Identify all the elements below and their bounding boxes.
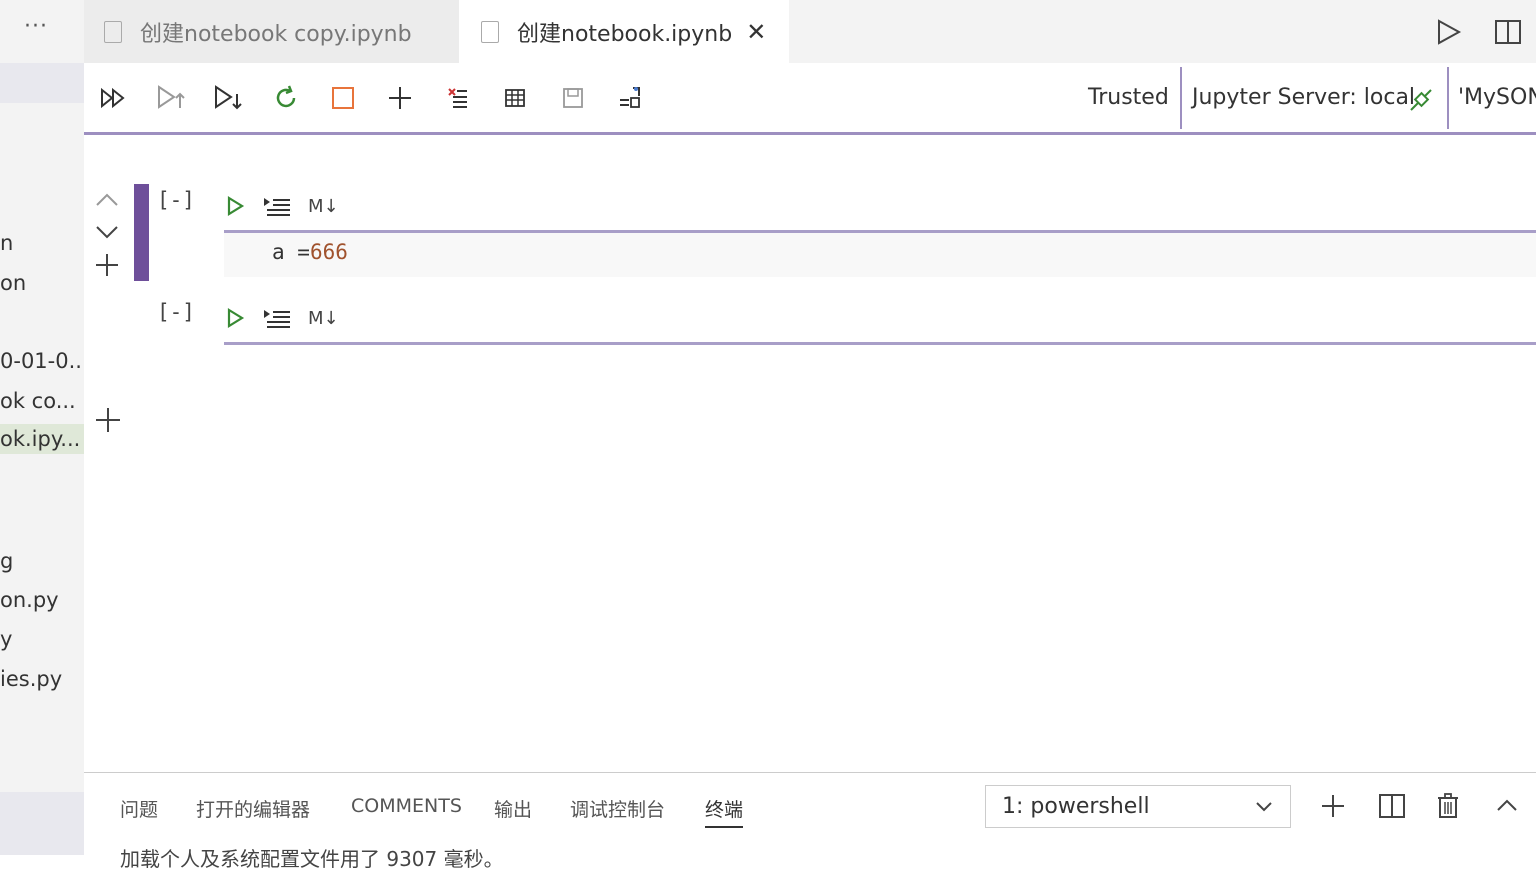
plug-icon[interactable] — [1408, 87, 1434, 113]
code-editor[interactable] — [224, 233, 1536, 277]
chevron-down-icon — [1256, 802, 1272, 812]
tab-debug-console[interactable]: 调试控制台 — [570, 795, 665, 822]
file-icon — [481, 20, 499, 43]
kernel-selector[interactable]: 'MySON — [1458, 85, 1536, 110]
sidebar-selected-row[interactable] — [0, 63, 84, 103]
change-to-markdown-button[interactable]: M↓ — [308, 196, 339, 217]
more-actions-icon[interactable]: ··· — [24, 14, 48, 39]
sidebar-file-item[interactable]: on — [0, 268, 26, 298]
run-icon[interactable] — [1434, 18, 1462, 46]
change-to-markdown-button[interactable]: M↓ — [308, 308, 339, 329]
maximize-panel-icon[interactable] — [1494, 793, 1520, 819]
move-cell-up-icon[interactable] — [94, 190, 120, 210]
cell-selection-bar — [134, 184, 149, 281]
clear-outputs-icon[interactable] — [443, 83, 473, 113]
jupyter-server-status[interactable]: Jupyter Server: local — [1192, 85, 1415, 110]
add-cell-icon[interactable] — [94, 406, 122, 434]
execution-count: [-] — [157, 300, 195, 324]
terminal-select-value: 1: powershell — [1002, 794, 1150, 819]
tab-problems[interactable]: 问题 — [120, 795, 158, 822]
cell-separator-line — [224, 342, 1536, 345]
sidebar-file-item[interactable]: ok co... — [0, 386, 76, 416]
execution-count: [-] — [157, 188, 195, 212]
move-cell-down-icon[interactable] — [94, 222, 120, 242]
code-line[interactable]: a =666 — [272, 240, 348, 264]
code-operator: = — [284, 240, 310, 264]
tab-open-editors[interactable]: 打开的编辑器 — [196, 795, 310, 822]
cell-toolbar: M↓ — [224, 194, 339, 218]
sidebar-file-item[interactable]: on.py — [0, 585, 59, 615]
sidebar-file-item[interactable]: g — [0, 546, 13, 576]
tab-label: 创建notebook copy.ipynb — [140, 21, 412, 47]
bottom-panel: 问题 打开的编辑器 COMMENTS 输出 调试控制台 终端 1: powers… — [84, 772, 1536, 871]
cell-toolbar: M↓ — [224, 306, 339, 330]
sidebar-file-item-active[interactable]: ok.ipy... — [0, 424, 84, 454]
editor-tab-bar: 创建notebook copy.ipynb 创建notebook.ipynb ✕ — [84, 0, 1536, 63]
toolbar-divider — [1180, 67, 1182, 129]
file-icon — [104, 20, 122, 43]
tab-terminal[interactable]: 终端 — [705, 795, 744, 828]
code-variable: a — [272, 240, 285, 264]
run-by-line-icon[interactable] — [262, 306, 292, 330]
terminal-select[interactable]: 1: powershell — [985, 785, 1291, 828]
save-icon[interactable] — [558, 83, 588, 113]
interrupt-kernel-icon[interactable] — [328, 83, 358, 113]
run-above-icon[interactable] — [156, 83, 186, 113]
toolbar-divider — [1447, 67, 1449, 129]
close-icon[interactable]: ✕ — [746, 18, 766, 46]
notebook-toolbar: Trusted Jupyter Server: local 'MySON — [84, 63, 1536, 135]
run-by-line-icon[interactable] — [262, 194, 292, 218]
tab-label: 创建notebook.ipynb — [517, 21, 733, 47]
sidebar-file-item[interactable]: y — [0, 624, 12, 654]
tab-output[interactable]: 输出 — [494, 795, 532, 822]
restart-kernel-icon[interactable] — [271, 83, 301, 113]
sidebar-file-item[interactable]: ies.py — [0, 664, 62, 694]
trash-icon[interactable] — [1436, 793, 1460, 819]
tab-notebook[interactable]: 创建notebook.ipynb ✕ — [459, 0, 789, 63]
insert-cell-icon[interactable] — [94, 252, 120, 278]
code-number: 666 — [309, 240, 348, 264]
variables-icon[interactable] — [500, 83, 530, 113]
run-cell-icon[interactable] — [224, 194, 246, 218]
trusted-status[interactable]: Trusted — [1088, 85, 1169, 110]
new-terminal-icon[interactable] — [1320, 793, 1346, 819]
explorer-sidebar: ··· n on 0-01-0... ok co... ok.ipy... g … — [0, 0, 84, 855]
run-below-icon[interactable] — [213, 83, 243, 113]
sidebar-bottom-section — [0, 792, 84, 855]
sidebar-file-item[interactable]: n — [0, 228, 13, 258]
terminal-output-line: 加载个人及系统配置文件用了 9307 毫秒。 — [120, 847, 504, 871]
export-icon[interactable] — [616, 83, 646, 113]
add-cell-icon[interactable] — [385, 83, 415, 113]
run-all-icon[interactable] — [98, 83, 128, 113]
split-terminal-icon[interactable] — [1378, 793, 1406, 819]
sidebar-file-item[interactable]: 0-01-0... — [0, 346, 84, 376]
tab-notebook-copy[interactable]: 创建notebook copy.ipynb — [84, 0, 459, 63]
split-editor-icon[interactable] — [1494, 18, 1522, 46]
tab-comments[interactable]: COMMENTS — [351, 795, 462, 817]
run-cell-icon[interactable] — [224, 306, 246, 330]
